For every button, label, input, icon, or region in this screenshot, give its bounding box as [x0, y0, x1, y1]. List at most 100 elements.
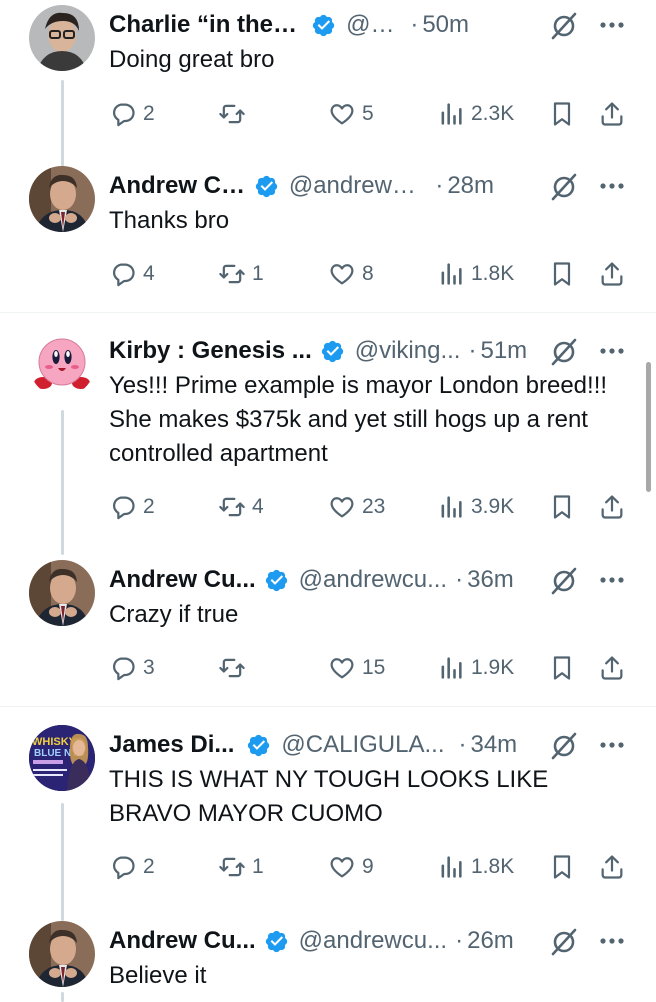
views-button[interactable]: 1.8K [437, 851, 514, 883]
display-name[interactable]: Andrew Cu... [109, 566, 256, 594]
view-count: 1.8K [471, 262, 515, 285]
views-button[interactable]: 2.3K [437, 98, 514, 130]
view-count: 1.9K [471, 656, 515, 679]
like-button[interactable]: 23 [328, 491, 385, 523]
timestamp[interactable]: 34m [470, 731, 517, 759]
more-options-icon[interactable] [598, 927, 626, 955]
like-button[interactable]: 15 [328, 652, 385, 684]
views-button[interactable]: 3.9K [437, 491, 514, 523]
like-count: 8 [362, 262, 374, 285]
grok-icon[interactable] [549, 731, 579, 761]
share-button[interactable] [598, 851, 626, 883]
share-icon [601, 495, 623, 519]
bookmark-icon [553, 656, 571, 680]
like-button[interactable]: 9 [328, 851, 374, 883]
bookmark-button[interactable] [548, 258, 576, 290]
tweet-text: Thanks bro [109, 207, 230, 234]
grok-icon[interactable] [549, 337, 579, 367]
thread-divider [0, 706, 656, 707]
andrew-avatar[interactable] [29, 921, 95, 987]
separator-dot: · [455, 566, 464, 593]
reply-button[interactable]: 2 [109, 98, 155, 130]
reply-count: 4 [143, 262, 155, 285]
like-count: 23 [362, 495, 386, 518]
andrew-avatar[interactable] [29, 560, 95, 626]
grok-icon[interactable] [549, 566, 579, 596]
separator-dot: · [458, 731, 467, 758]
view-count: 1.8K [471, 855, 515, 878]
more-options-icon[interactable] [598, 172, 626, 200]
share-button[interactable] [598, 652, 626, 684]
bookmark-button[interactable] [548, 98, 576, 130]
display-name[interactable]: James Di... [109, 731, 234, 759]
bookmark-icon [553, 262, 571, 286]
like-button[interactable]: 5 [328, 98, 374, 130]
more-options-icon[interactable] [598, 566, 626, 594]
repost-count: 4 [252, 495, 264, 518]
views-icon [441, 657, 462, 679]
grok-icon[interactable] [549, 11, 579, 41]
kirby-avatar[interactable] [29, 331, 95, 397]
bookmark-button[interactable] [548, 851, 576, 883]
user-handle[interactable]: @andrewcu... [289, 172, 427, 200]
repost-button[interactable]: 4 [218, 491, 264, 523]
grok-icon[interactable] [549, 927, 579, 957]
more-options-icon[interactable] [598, 337, 626, 365]
repost-count: 1 [252, 855, 264, 878]
repost-button[interactable]: 1 [218, 851, 264, 883]
repost-button[interactable]: 1 [218, 258, 264, 290]
reply-count: 2 [143, 855, 155, 878]
display-name[interactable]: Andrew Cu... [109, 172, 246, 200]
thread-divider [0, 312, 656, 313]
andrew-avatar[interactable] [29, 166, 95, 232]
display-name[interactable]: Kirby : Genesis ... [109, 337, 312, 365]
bookmark-icon [553, 495, 571, 519]
timestamp[interactable]: 36m [467, 566, 514, 594]
whisky-avatar[interactable]: WHISKY BLUE NYC [29, 725, 95, 791]
like-button[interactable]: 8 [328, 258, 374, 290]
share-button[interactable] [598, 491, 626, 523]
views-button[interactable]: 1.9K [437, 652, 514, 684]
bookmark-button[interactable] [548, 652, 576, 684]
grok-icon[interactable] [549, 172, 579, 202]
reply-button[interactable]: 2 [109, 491, 155, 523]
user-handle[interactable]: @CALIGULA... [281, 731, 444, 759]
timestamp[interactable]: 26m [467, 927, 514, 955]
scrollbar[interactable] [646, 362, 651, 492]
views-button[interactable]: 1.8K [437, 258, 514, 290]
bookmark-icon [553, 102, 571, 126]
timestamp[interactable]: 28m [447, 172, 494, 200]
reply-button[interactable]: 4 [109, 258, 155, 290]
reply-icon [112, 657, 135, 681]
bookmark-button[interactable] [548, 491, 576, 523]
share-button[interactable] [598, 258, 626, 290]
timestamp[interactable]: 51m [480, 337, 527, 365]
repost-button[interactable] [218, 652, 252, 684]
reply-button[interactable]: 3 [109, 652, 155, 684]
like-count: 15 [362, 656, 386, 679]
view-count: 2.3K [471, 102, 515, 125]
charlie-avatar[interactable] [29, 5, 95, 71]
share-button[interactable] [598, 98, 626, 130]
display-name[interactable]: Charlie “in the are... [109, 11, 303, 39]
reply-icon [112, 496, 135, 520]
share-icon [601, 855, 623, 879]
user-handle[interactable]: @viking... [355, 337, 461, 365]
more-options-icon[interactable] [598, 11, 626, 39]
view-count: 3.9K [471, 495, 515, 518]
user-handle[interactable]: @ra... [346, 11, 402, 39]
verified-badge-icon [312, 14, 335, 36]
tweet-text: Yes!!! Prime example is mayor London bre… [109, 372, 608, 467]
display-name[interactable]: Andrew Cu... [109, 927, 256, 955]
user-handle[interactable]: @andrewcu... [299, 927, 447, 955]
repost-icon [219, 104, 245, 124]
repost-icon [219, 497, 245, 517]
repost-button[interactable] [218, 98, 252, 130]
user-handle[interactable]: @andrewcu... [299, 566, 447, 594]
thread-line [61, 992, 64, 1002]
separator-dot: · [468, 337, 477, 364]
timestamp[interactable]: 50m [422, 11, 469, 39]
more-options-icon[interactable] [598, 731, 626, 759]
views-icon [441, 496, 462, 518]
reply-button[interactable]: 2 [109, 851, 155, 883]
